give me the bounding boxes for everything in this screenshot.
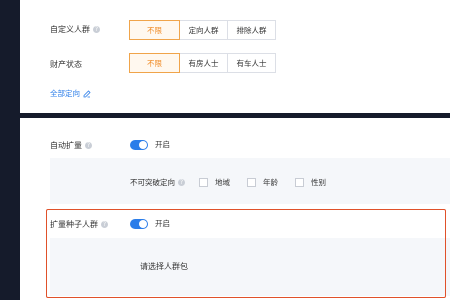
asset-status-label: 财产状态 bbox=[50, 60, 82, 69]
unbreakable-targeting-row: 不可突破定向 ? 地域 年龄 性别 bbox=[130, 177, 326, 188]
toggle-knob bbox=[139, 140, 147, 149]
custom-audience-selector: 不限 定向人群 排除人群 bbox=[129, 20, 276, 40]
age-checkbox-label[interactable]: 年龄 bbox=[263, 177, 278, 188]
auto-expand-toggle-label: 开启 bbox=[155, 140, 170, 149]
asset-status-selector: 不限 有房人士 有车人士 bbox=[129, 53, 276, 73]
help-icon[interactable]: ? bbox=[93, 26, 100, 33]
asset-status-option-unlimited[interactable]: 不限 bbox=[129, 53, 180, 73]
custom-audience-option-unlimited[interactable]: 不限 bbox=[129, 20, 180, 40]
custom-audience-option-excluded[interactable]: 排除人群 bbox=[227, 20, 276, 40]
asset-status-label-group: 财产状态 bbox=[50, 59, 82, 70]
age-checkbox[interactable] bbox=[247, 178, 256, 187]
all-targeting-link-text[interactable]: 全部定向 bbox=[50, 88, 80, 99]
auto-expand-toggle[interactable] bbox=[130, 139, 148, 150]
asset-status-option-car[interactable]: 有车人士 bbox=[227, 53, 276, 73]
gender-checkbox-label[interactable]: 性别 bbox=[311, 177, 326, 188]
region-checkbox-label[interactable]: 地域 bbox=[215, 177, 230, 188]
help-icon[interactable]: ? bbox=[178, 179, 185, 186]
auto-expand-label-group: 自动扩量 ? bbox=[50, 140, 92, 151]
highlight-box bbox=[46, 209, 446, 298]
asset-status-option-house[interactable]: 有房人士 bbox=[179, 53, 228, 73]
region-checkbox[interactable] bbox=[199, 178, 208, 187]
custom-audience-label-group: 自定义人群 ? bbox=[50, 24, 100, 35]
auto-expand-toggle-group: 开启 bbox=[130, 139, 170, 150]
edit-icon[interactable] bbox=[83, 89, 91, 98]
gender-checkbox[interactable] bbox=[295, 178, 304, 187]
custom-audience-label: 自定义人群 bbox=[50, 25, 90, 34]
unbreakable-targeting-label: 不可突破定向 bbox=[130, 178, 175, 187]
auto-expand-label: 自动扩量 bbox=[50, 141, 82, 150]
all-targeting-link[interactable]: 全部定向 bbox=[50, 88, 91, 99]
help-icon[interactable]: ? bbox=[85, 142, 92, 149]
custom-audience-option-targeted[interactable]: 定向人群 bbox=[179, 20, 228, 40]
